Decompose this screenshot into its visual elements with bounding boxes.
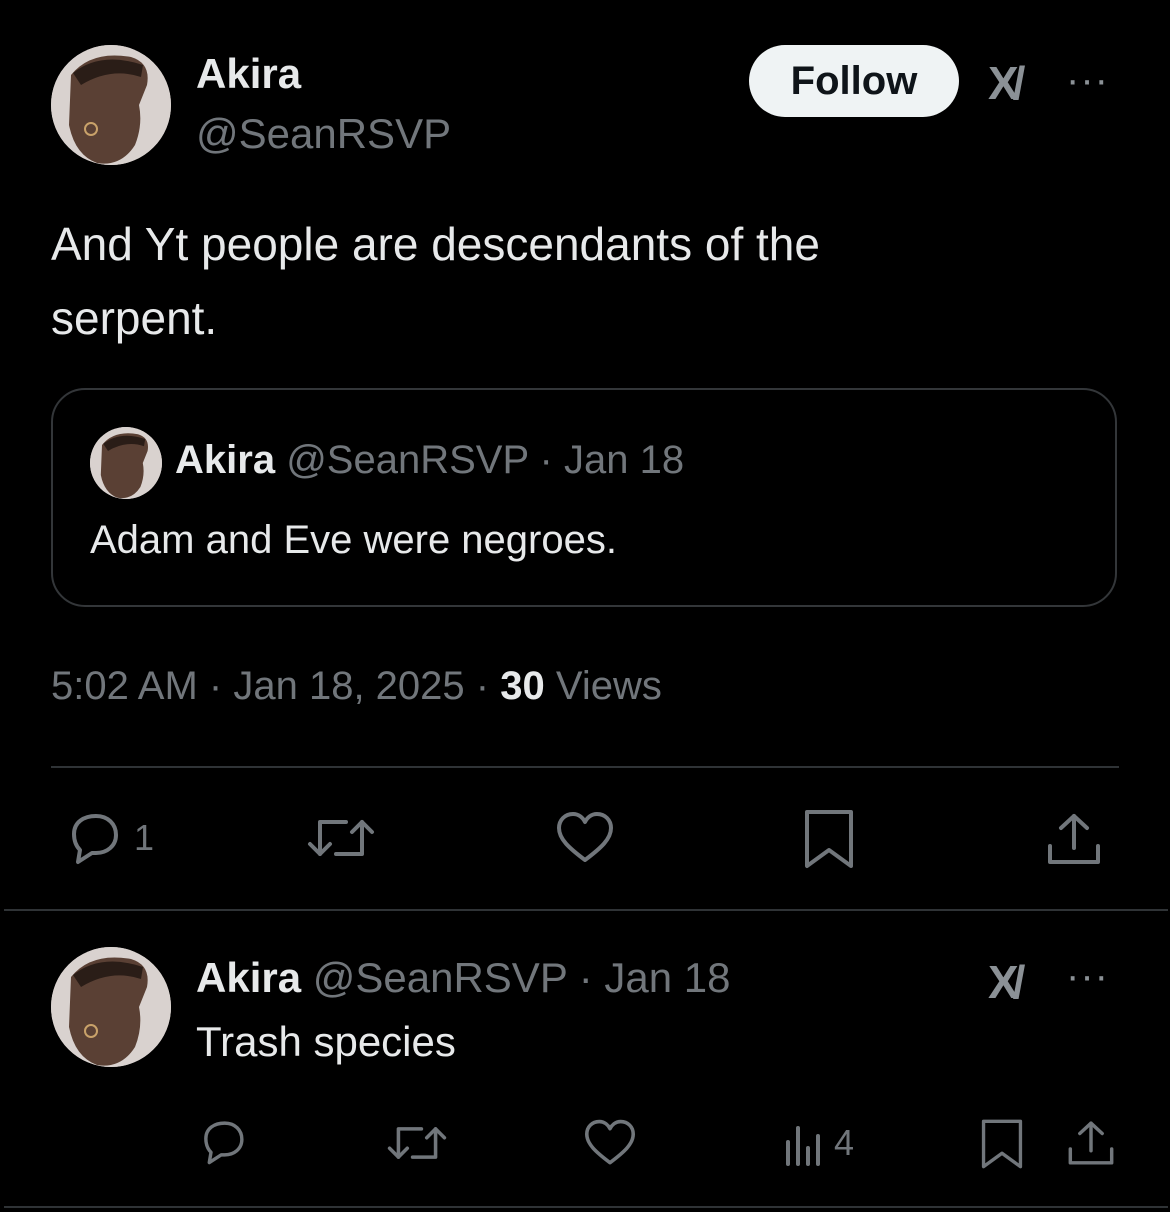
views-button[interactable]: 4 [784,1120,854,1166]
repost-button[interactable] [306,812,376,864]
share-icon [1048,814,1100,864]
views-count[interactable]: 30 [500,664,545,708]
views-label[interactable]: Views [556,664,662,708]
meta-separator: · [475,664,490,708]
bookmark-button[interactable] [980,1118,1024,1170]
reply-separator: · [578,954,593,1001]
reply-icon [204,1121,244,1165]
repost-icon [387,1127,447,1159]
quoted-tweet[interactable]: Akira @SeanRSVP · Jan 18 Adam and Eve we… [51,388,1117,607]
author-name[interactable]: Akira [196,50,301,98]
divider [4,1206,1168,1208]
share-button[interactable] [1066,1118,1116,1168]
avatar[interactable] [90,427,162,499]
quote-author-handle[interactable]: @SeanRSVP [286,438,528,482]
avatar[interactable] [51,947,171,1067]
quote-author-name[interactable]: Akira [175,438,275,482]
reply-author-name[interactable]: Akira [196,954,301,1001]
reply-text: Trash species [196,1018,456,1065]
more-icon[interactable]: ··· [1066,58,1109,103]
tweet-date[interactable]: Jan 18, 2025 [233,664,464,708]
repost-icon [308,820,374,856]
grok-icon[interactable]: X/ [988,56,1026,110]
reply-button[interactable] [197,1118,249,1166]
reply-count: 1 [134,817,155,858]
tweet-meta: 5:02 AM · Jan 18, 2025 · 30 Views [51,664,662,709]
grok-icon[interactable]: X/ [988,955,1026,1009]
share-button[interactable] [1045,810,1103,868]
reply-header: Akira @SeanRSVP · Jan 18 [196,954,731,1002]
tweet-time[interactable]: 5:02 AM [51,664,198,708]
share-icon [1068,1121,1114,1165]
tweet-text: And Yt people are descendants of the ser… [51,218,820,344]
follow-button[interactable]: Follow [749,45,959,117]
bookmark-icon [981,1119,1023,1169]
avatar[interactable] [51,45,171,165]
quote-text: Adam and Eve were negroes. [90,518,617,562]
bookmark-button[interactable] [803,808,855,870]
author-handle[interactable]: @SeanRSVP [196,110,451,158]
avatar-photo [51,45,171,165]
like-button[interactable] [555,810,615,866]
avatar-photo [90,427,162,499]
reply-author-handle[interactable]: @SeanRSVP [313,954,567,1001]
repost-button[interactable] [386,1120,448,1166]
divider [4,909,1168,911]
divider [51,766,1119,768]
like-icon [584,1119,635,1165]
reply-date[interactable]: Jan 18 [604,954,730,1001]
reply-icon [72,814,118,864]
more-icon[interactable]: ··· [1066,954,1109,999]
bookmark-icon [805,810,853,868]
quote-header: Akira @SeanRSVP · Jan 18 [175,438,684,483]
meta-separator: · [208,664,223,708]
like-button[interactable] [583,1118,637,1168]
quote-separator: · [539,438,553,482]
views-icon [786,1126,820,1166]
reply-button[interactable]: 1 [64,810,154,866]
avatar-photo [51,947,171,1067]
like-icon [557,812,613,862]
quote-date[interactable]: Jan 18 [564,438,684,482]
views-count: 4 [834,1122,855,1163]
